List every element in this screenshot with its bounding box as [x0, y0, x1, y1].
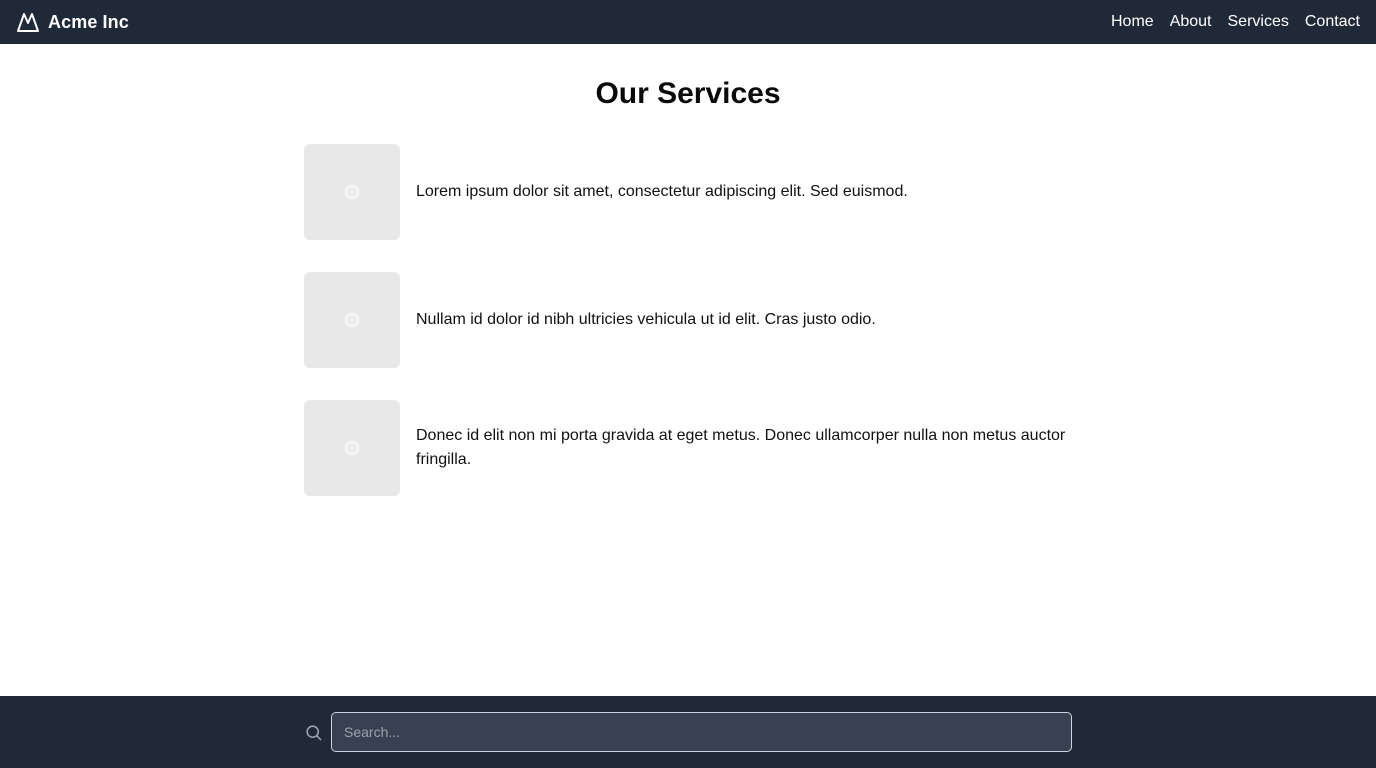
main-nav: Home About Services Contact	[1111, 13, 1360, 31]
search-input[interactable]	[331, 712, 1072, 752]
brand-name: Acme Inc	[48, 11, 129, 32]
search-icon	[304, 723, 323, 742]
placeholder-image-icon	[342, 310, 362, 330]
top-navbar: Acme Inc Home About Services Contact	[0, 0, 1376, 44]
page: Acme Inc Home About Services Contact Our…	[0, 0, 1376, 768]
nav-link-contact[interactable]: Contact	[1305, 13, 1360, 31]
service-list: Lorem ipsum dolor sit amet, consectetur …	[304, 144, 1072, 496]
nav-link-home[interactable]: Home	[1111, 13, 1154, 31]
service-item: Donec id elit non mi porta gravida at eg…	[304, 400, 1072, 496]
nav-link-about[interactable]: About	[1170, 13, 1212, 31]
page-title: Our Services	[595, 77, 781, 110]
service-image	[304, 144, 400, 240]
brand-link[interactable]: Acme Inc	[16, 10, 129, 34]
nav-link-services[interactable]: Services	[1228, 13, 1289, 31]
service-item: Nullam id dolor id nibh ultricies vehicu…	[304, 272, 1072, 368]
footer-bar	[0, 696, 1376, 768]
mountain-icon	[16, 10, 40, 34]
service-description: Lorem ipsum dolor sit amet, consectetur …	[416, 183, 908, 200]
service-item: Lorem ipsum dolor sit amet, consectetur …	[304, 144, 1072, 240]
service-image	[304, 272, 400, 368]
placeholder-image-icon	[342, 182, 362, 202]
service-image	[304, 400, 400, 496]
search-bar	[304, 712, 1072, 752]
main-content: Our Services Lorem ipsum dolor sit amet,…	[304, 44, 1072, 528]
service-description: Donec id elit non mi porta gravida at eg…	[416, 427, 1066, 468]
service-description: Nullam id dolor id nibh ultricies vehicu…	[416, 311, 876, 328]
placeholder-image-icon	[342, 438, 362, 458]
